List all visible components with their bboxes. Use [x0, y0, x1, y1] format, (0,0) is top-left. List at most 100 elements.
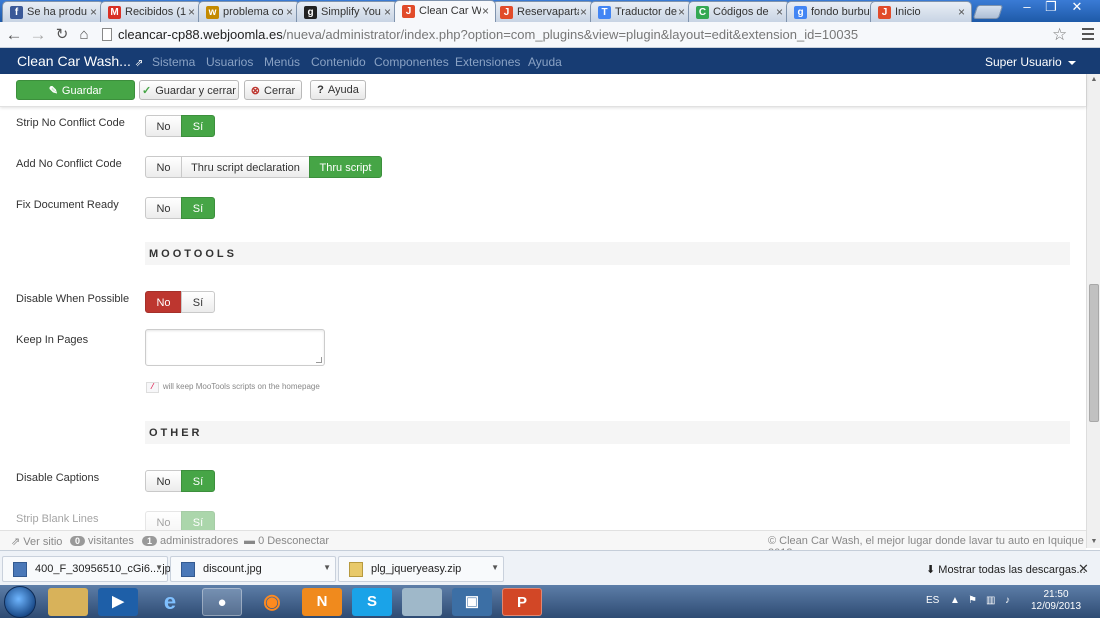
menu-extensiones[interactable]: Extensiones [455, 55, 520, 69]
close-tab-icon[interactable]: × [580, 5, 587, 19]
browser-tab[interactable]: g Simplify You × [296, 1, 398, 22]
language-indicator[interactable]: ES [926, 595, 939, 606]
option-si[interactable]: Sí [181, 511, 215, 530]
powerpoint-icon[interactable]: P [502, 588, 542, 616]
download-item[interactable]: discount.jpg ▼ [170, 556, 336, 582]
option-no[interactable]: No [145, 115, 182, 137]
show-all-downloads-link[interactable]: ⬇ Mostrar todas las descargas... [926, 563, 1086, 576]
volume-icon[interactable]: ♪ [1005, 595, 1010, 606]
menu-contenido[interactable]: Contenido [311, 55, 366, 69]
scroll-down-icon[interactable]: ▼ [1087, 536, 1100, 548]
close-tab-icon[interactable]: × [384, 5, 391, 19]
show-hidden-icons-icon[interactable]: ▲ [950, 595, 960, 606]
scroll-up-icon[interactable]: ▲ [1087, 74, 1100, 86]
logout-link[interactable]: ▬ 0 Desconectar [244, 535, 329, 547]
app-n-icon[interactable]: N [302, 588, 342, 616]
chrome-icon[interactable]: ● [202, 588, 242, 616]
internet-explorer-icon[interactable]: e [150, 588, 190, 616]
browser-tab[interactable]: M Recibidos (1 × [100, 1, 202, 22]
browser-tab[interactable]: T Traductor de × [590, 1, 692, 22]
option-si[interactable]: Sí [181, 291, 215, 313]
option-no[interactable]: No [145, 156, 182, 178]
menu-menus[interactable]: Menús [264, 55, 300, 69]
browser-tab[interactable]: J Inicio × [870, 1, 972, 22]
menu-componentes[interactable]: Componentes [374, 55, 449, 69]
download-item[interactable]: plg_jqueryeasy.zip ▼ [338, 556, 504, 582]
menu-sistema[interactable]: Sistema [152, 55, 195, 69]
chevron-down-icon[interactable]: ▼ [155, 563, 163, 572]
close-button[interactable]: ⊗ Cerrar [244, 80, 302, 100]
forward-icon[interactable]: → [28, 25, 48, 45]
option-si[interactable]: Sí [181, 115, 215, 137]
new-tab-button[interactable] [972, 5, 1004, 19]
bookmark-star-icon[interactable]: ☆ [1052, 25, 1067, 45]
close-window-icon[interactable]: ✕ [1066, 0, 1088, 16]
keep-in-pages-textarea[interactable] [145, 329, 325, 366]
edit-icon: ✎ [48, 85, 58, 97]
resize-handle-icon[interactable] [316, 357, 322, 363]
browser-tab[interactable]: w problema co × [198, 1, 300, 22]
explorer-icon[interactable] [48, 588, 88, 616]
save-close-button[interactable]: ✓ Guardar y cerrar [139, 80, 239, 100]
menu-usuarios[interactable]: Usuarios [206, 55, 253, 69]
network-icon[interactable]: ▥ [986, 595, 995, 606]
reload-icon[interactable]: ↻ [52, 25, 72, 45]
browser-tab[interactable]: J Reservaparta × [492, 1, 594, 22]
option-thru-script[interactable]: Thru script [309, 156, 382, 178]
option-no[interactable]: No [145, 470, 182, 492]
admins-count: 1 administradores [142, 535, 238, 547]
firefox-icon[interactable]: ◉ [252, 588, 292, 616]
option-si[interactable]: Sí [181, 197, 215, 219]
page-icon [102, 28, 112, 41]
save-close-label: Guardar y cerrar [155, 85, 236, 97]
save-button[interactable]: ✎ Guardar [16, 80, 135, 100]
clock-date: 12/09/2013 [1030, 601, 1082, 612]
notes-icon[interactable] [402, 588, 442, 616]
option-no[interactable]: No [145, 511, 182, 530]
close-tab-icon[interactable]: × [678, 5, 685, 19]
minimize-icon[interactable]: – [1016, 0, 1038, 16]
option-thru-script-declaration[interactable]: Thru script declaration [181, 156, 310, 178]
external-link-icon: ⇗ [11, 536, 24, 548]
option-si[interactable]: Sí [181, 470, 215, 492]
download-item[interactable]: 400_F_30956510_cGi6....jpg ▼ [2, 556, 177, 582]
close-tab-icon[interactable]: × [482, 4, 489, 18]
strip-no-conflict-toggle: No Sí [145, 115, 215, 137]
display-icon[interactable]: ▣ [452, 588, 492, 616]
home-icon[interactable]: ⌂ [74, 25, 94, 45]
chevron-down-icon[interactable]: ▼ [491, 563, 499, 572]
option-no[interactable]: No [145, 291, 182, 313]
flag-icon[interactable]: ⚑ [968, 595, 977, 606]
help-button[interactable]: ? Ayuda [310, 80, 366, 100]
view-site-link[interactable]: ⇗ Ver sitio [11, 535, 62, 548]
page-scrollbar[interactable]: ▲ ▼ [1086, 74, 1100, 548]
close-tab-icon[interactable]: × [286, 5, 293, 19]
address-bar[interactable]: cleancar-cp88.webjoomla.es/nueva/adminis… [100, 24, 1072, 46]
skype-icon[interactable]: S [352, 588, 392, 616]
close-tab-icon[interactable]: × [958, 5, 965, 19]
zip-file-icon [349, 562, 363, 577]
chevron-down-icon[interactable]: ▼ [323, 563, 331, 572]
browser-tab[interactable]: C Códigos de × [688, 1, 790, 22]
scrollbar-thumb[interactable] [1089, 284, 1099, 422]
close-downloads-icon[interactable]: ✕ [1078, 561, 1089, 577]
maximize-icon[interactable]: ❐ [1040, 0, 1062, 16]
media-player-icon[interactable]: ▶ [98, 588, 138, 616]
browser-tab[interactable]: f Se ha produ × [2, 1, 104, 22]
close-tab-icon[interactable]: × [188, 5, 195, 19]
close-tab-icon[interactable]: × [90, 5, 97, 19]
menu-ayuda[interactable]: Ayuda [528, 55, 562, 69]
option-no[interactable]: No [145, 197, 182, 219]
webjoomla-icon: w [206, 6, 219, 19]
user-menu[interactable]: Super Usuario [985, 55, 1076, 69]
close-tab-icon[interactable]: × [776, 5, 783, 19]
start-button[interactable] [4, 586, 36, 618]
browser-menu-icon[interactable] [1082, 28, 1094, 43]
chrome-icon: C [696, 6, 709, 19]
site-brand[interactable]: Clean Car Wash... ⇗ [17, 53, 143, 69]
system-clock[interactable]: 21:50 12/09/2013 [1028, 589, 1084, 613]
hint-code: / [146, 382, 159, 393]
browser-tab-active[interactable]: J Clean Car W × [394, 0, 496, 22]
facebook-icon: f [10, 6, 23, 19]
back-icon[interactable]: ← [4, 25, 24, 45]
